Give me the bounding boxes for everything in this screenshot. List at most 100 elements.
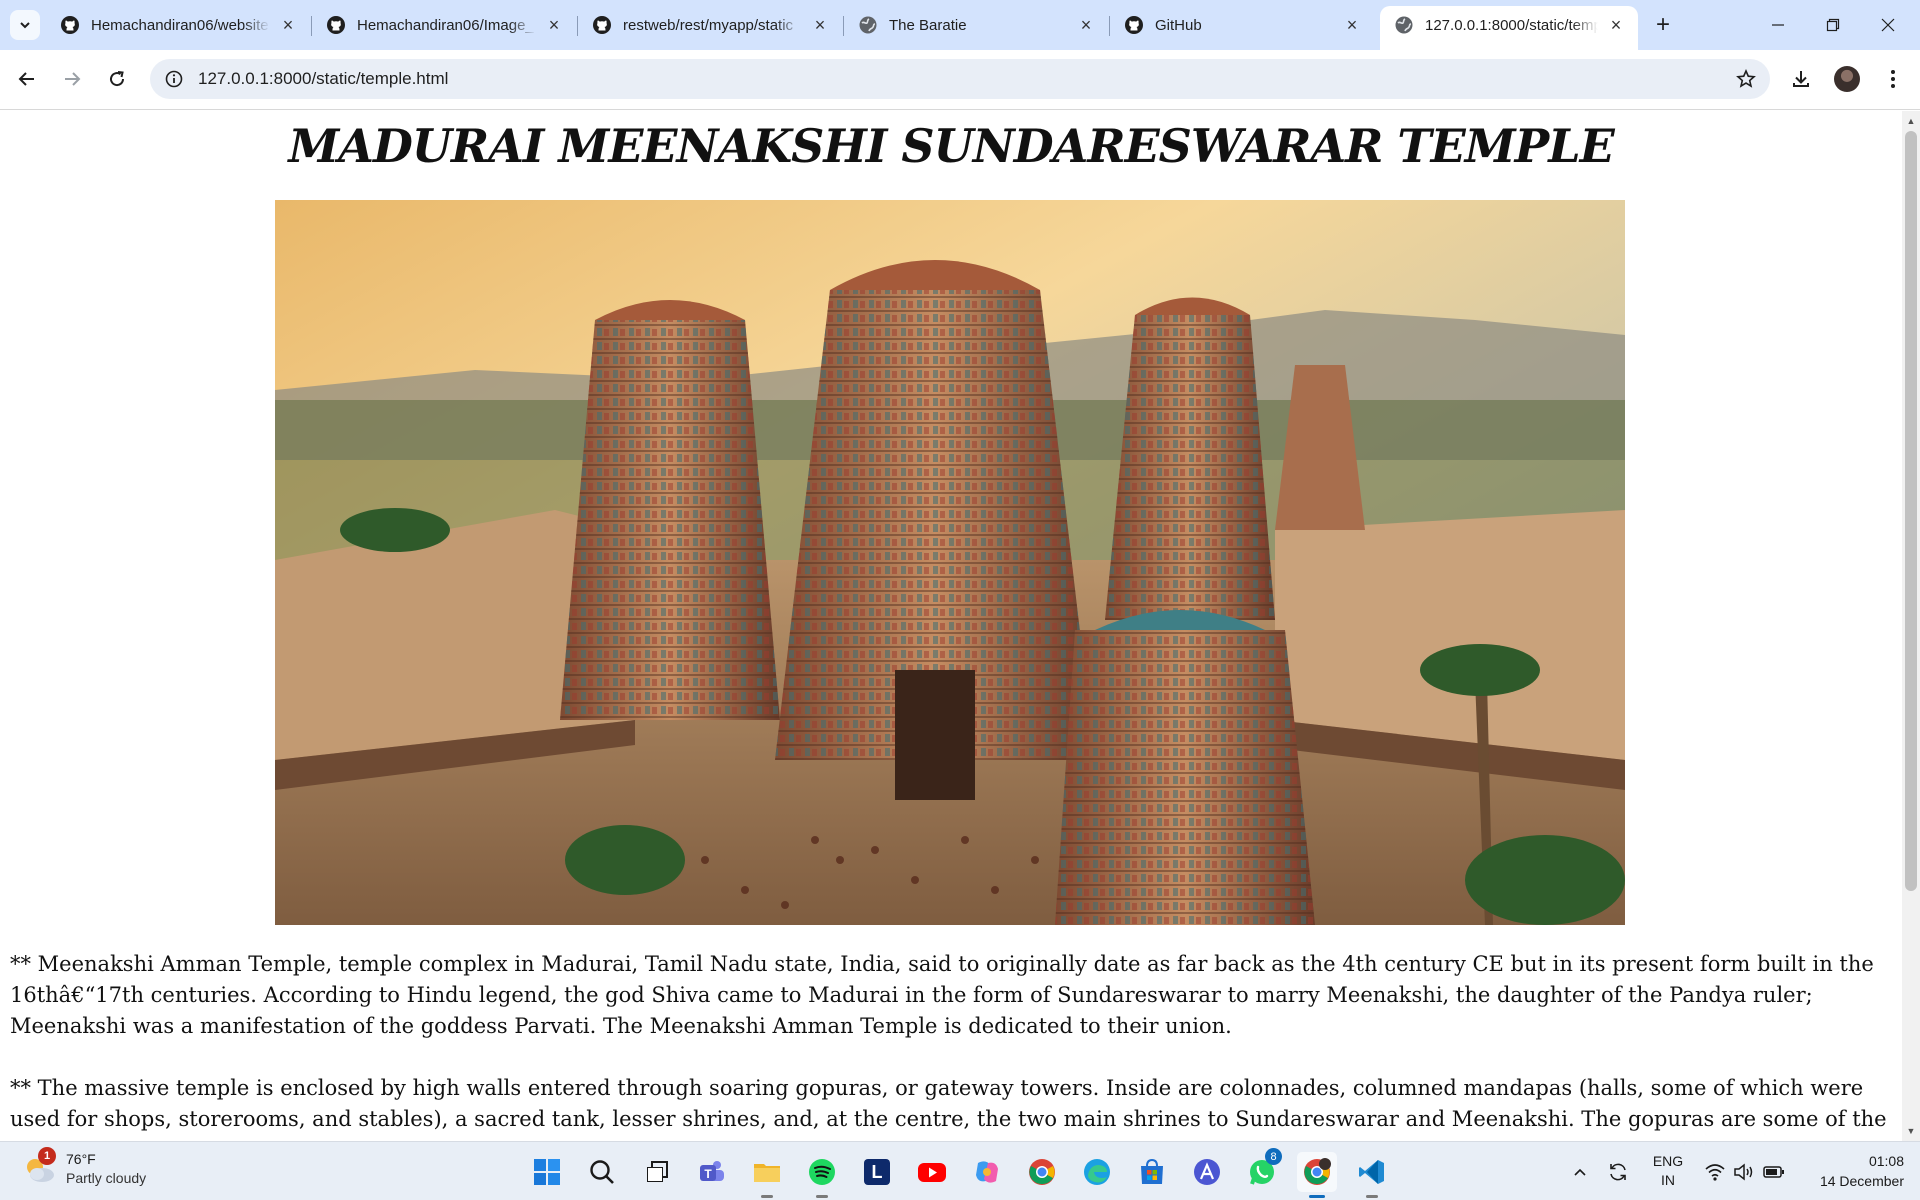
tab-title: GitHub (1155, 16, 1202, 34)
l-app-icon[interactable]: L (857, 1152, 897, 1192)
battery-icon[interactable] (1762, 1152, 1786, 1192)
running-indicator (1309, 1195, 1325, 1198)
microsoft-store-icon[interactable] (1132, 1152, 1172, 1192)
tab-title: Hemachandiran06/Image_ (357, 16, 534, 34)
app-a-icon[interactable] (1187, 1152, 1227, 1192)
profile-button[interactable] (1831, 63, 1863, 95)
weather-temperature: 76°F (66, 1151, 96, 1167)
chevron-down-icon (20, 22, 30, 29)
restore-icon (1826, 18, 1840, 32)
close-icon[interactable]: × (544, 15, 564, 35)
tab-temple-active[interactable]: 127.0.0.1:8000/static/temp × (1380, 6, 1638, 50)
tab-search-button[interactable] (10, 10, 40, 40)
edge-icon[interactable] (1077, 1152, 1117, 1192)
language-code: ENG (1652, 1153, 1684, 1169)
page-title: MADURAI MEENAKSHI SUNDARESWARAR TEMPLE (288, 119, 1614, 173)
clock-date: 14 December (1819, 1173, 1904, 1189)
running-indicator (761, 1195, 773, 1198)
svg-text:T: T (704, 1167, 712, 1181)
close-icon[interactable]: × (810, 15, 830, 35)
arrow-left-icon (18, 72, 34, 86)
url-text[interactable]: 127.0.0.1:8000/static/temple.html (198, 69, 448, 89)
more-vertical-icon (1891, 70, 1895, 88)
tab-title: 127.0.0.1:8000/static/temp (1425, 16, 1598, 34)
article-text: ** Meenakshi Amman Temple, temple comple… (10, 949, 1890, 1141)
close-icon[interactable]: × (1076, 15, 1096, 35)
weather-widget[interactable]: 1 76°F Partly cloudy (22, 1147, 147, 1188)
close-window-button[interactable] (1868, 8, 1908, 42)
weather-condition: Partly cloudy (66, 1170, 147, 1186)
spotify-icon[interactable] (802, 1152, 842, 1198)
file-explorer-icon[interactable] (747, 1152, 787, 1198)
tab-website[interactable]: Hemachandiran06/website × (46, 6, 310, 44)
github-icon (592, 15, 612, 35)
tab-image[interactable]: Hemachandiran06/Image_ × (312, 6, 576, 44)
chevron-up-icon (1574, 1168, 1586, 1176)
volume-icon[interactable] (1732, 1152, 1756, 1192)
close-icon[interactable]: × (1342, 15, 1362, 35)
close-icon[interactable]: × (1606, 15, 1626, 35)
language-indicator[interactable]: ENG IN (1648, 1152, 1688, 1190)
new-tab-button[interactable]: + (1650, 11, 1676, 38)
tab-baratie[interactable]: The Baratie × (844, 6, 1108, 44)
downloads-button[interactable] (1785, 63, 1817, 95)
tab-title: Hemachandiran06/website (91, 16, 269, 34)
language-region: IN (1661, 1172, 1675, 1188)
copilot-icon[interactable] (967, 1152, 1007, 1192)
scroll-down-arrow-icon[interactable]: ▼ (1902, 1123, 1920, 1139)
github-icon (60, 15, 80, 35)
page-viewport: MADURAI MEENAKSHI SUNDARESWARAR TEMPLE *… (0, 111, 1902, 1141)
reload-button[interactable] (100, 62, 134, 96)
forward-button[interactable] (55, 62, 89, 96)
download-icon (1793, 71, 1809, 87)
scrollbar-thumb[interactable] (1905, 131, 1917, 891)
vscode-icon[interactable] (1352, 1152, 1392, 1198)
chrome-profile-icon[interactable] (1297, 1152, 1337, 1198)
globe-icon (858, 15, 878, 35)
github-icon (326, 15, 346, 35)
site-info-icon[interactable] (164, 69, 184, 89)
taskbar: 1 76°F Partly cloudy T L 8 ENG IN 01:08 … (0, 1141, 1920, 1200)
chrome-icon[interactable] (1022, 1152, 1062, 1192)
arrow-right-icon (65, 72, 81, 86)
search-icon[interactable] (582, 1152, 622, 1192)
restore-button[interactable] (1813, 8, 1853, 42)
tab-strip: Hemachandiran06/website × Hemachandiran0… (0, 0, 1920, 50)
l-app-label: L (871, 1161, 883, 1182)
close-icon[interactable]: × (278, 15, 298, 35)
vertical-scrollbar[interactable]: ▲ ▼ (1902, 111, 1920, 1141)
temple-image (275, 200, 1625, 925)
paragraph: ** The massive temple is enclosed by hig… (10, 1076, 1887, 1141)
tab-github[interactable]: GitHub × (1110, 6, 1374, 44)
minimize-icon (1772, 24, 1784, 26)
tab-restweb[interactable]: restweb/rest/myapp/static × (578, 6, 842, 44)
reload-icon (110, 71, 125, 87)
teams-icon[interactable]: T (692, 1152, 732, 1192)
sync-icon[interactable] (1605, 1152, 1631, 1192)
tab-title: The Baratie (889, 16, 967, 34)
avatar (1834, 66, 1860, 92)
scroll-up-arrow-icon[interactable]: ▲ (1902, 113, 1920, 129)
windows-start-icon[interactable] (527, 1152, 567, 1192)
weather-alert-badge: 1 (38, 1147, 56, 1165)
github-icon (1124, 15, 1144, 35)
running-indicator (1366, 1195, 1378, 1198)
address-bar[interactable]: 127.0.0.1:8000/static/temple.html (150, 59, 1770, 99)
system-clock[interactable]: 01:08 14 December (1800, 1151, 1904, 1191)
running-indicator (816, 1195, 828, 1198)
task-view-icon[interactable] (637, 1152, 677, 1192)
minimize-button[interactable] (1758, 8, 1798, 42)
tab-title: restweb/rest/myapp/static (623, 16, 794, 34)
close-icon (1881, 18, 1895, 32)
menu-button[interactable] (1877, 63, 1909, 95)
back-button[interactable] (10, 62, 44, 96)
browser-toolbar: 127.0.0.1:8000/static/temple.html (0, 50, 1920, 110)
partly-cloudy-icon: 1 (22, 1147, 58, 1187)
wifi-icon[interactable] (1703, 1152, 1727, 1192)
youtube-icon[interactable] (912, 1152, 952, 1192)
notification-badge: 8 (1265, 1148, 1282, 1165)
paragraph: ** Meenakshi Amman Temple, temple comple… (10, 952, 1874, 1038)
whatsapp-icon[interactable]: 8 (1242, 1148, 1282, 1192)
bookmark-star-icon[interactable] (1736, 69, 1756, 89)
show-hidden-icons-button[interactable] (1570, 1152, 1590, 1192)
